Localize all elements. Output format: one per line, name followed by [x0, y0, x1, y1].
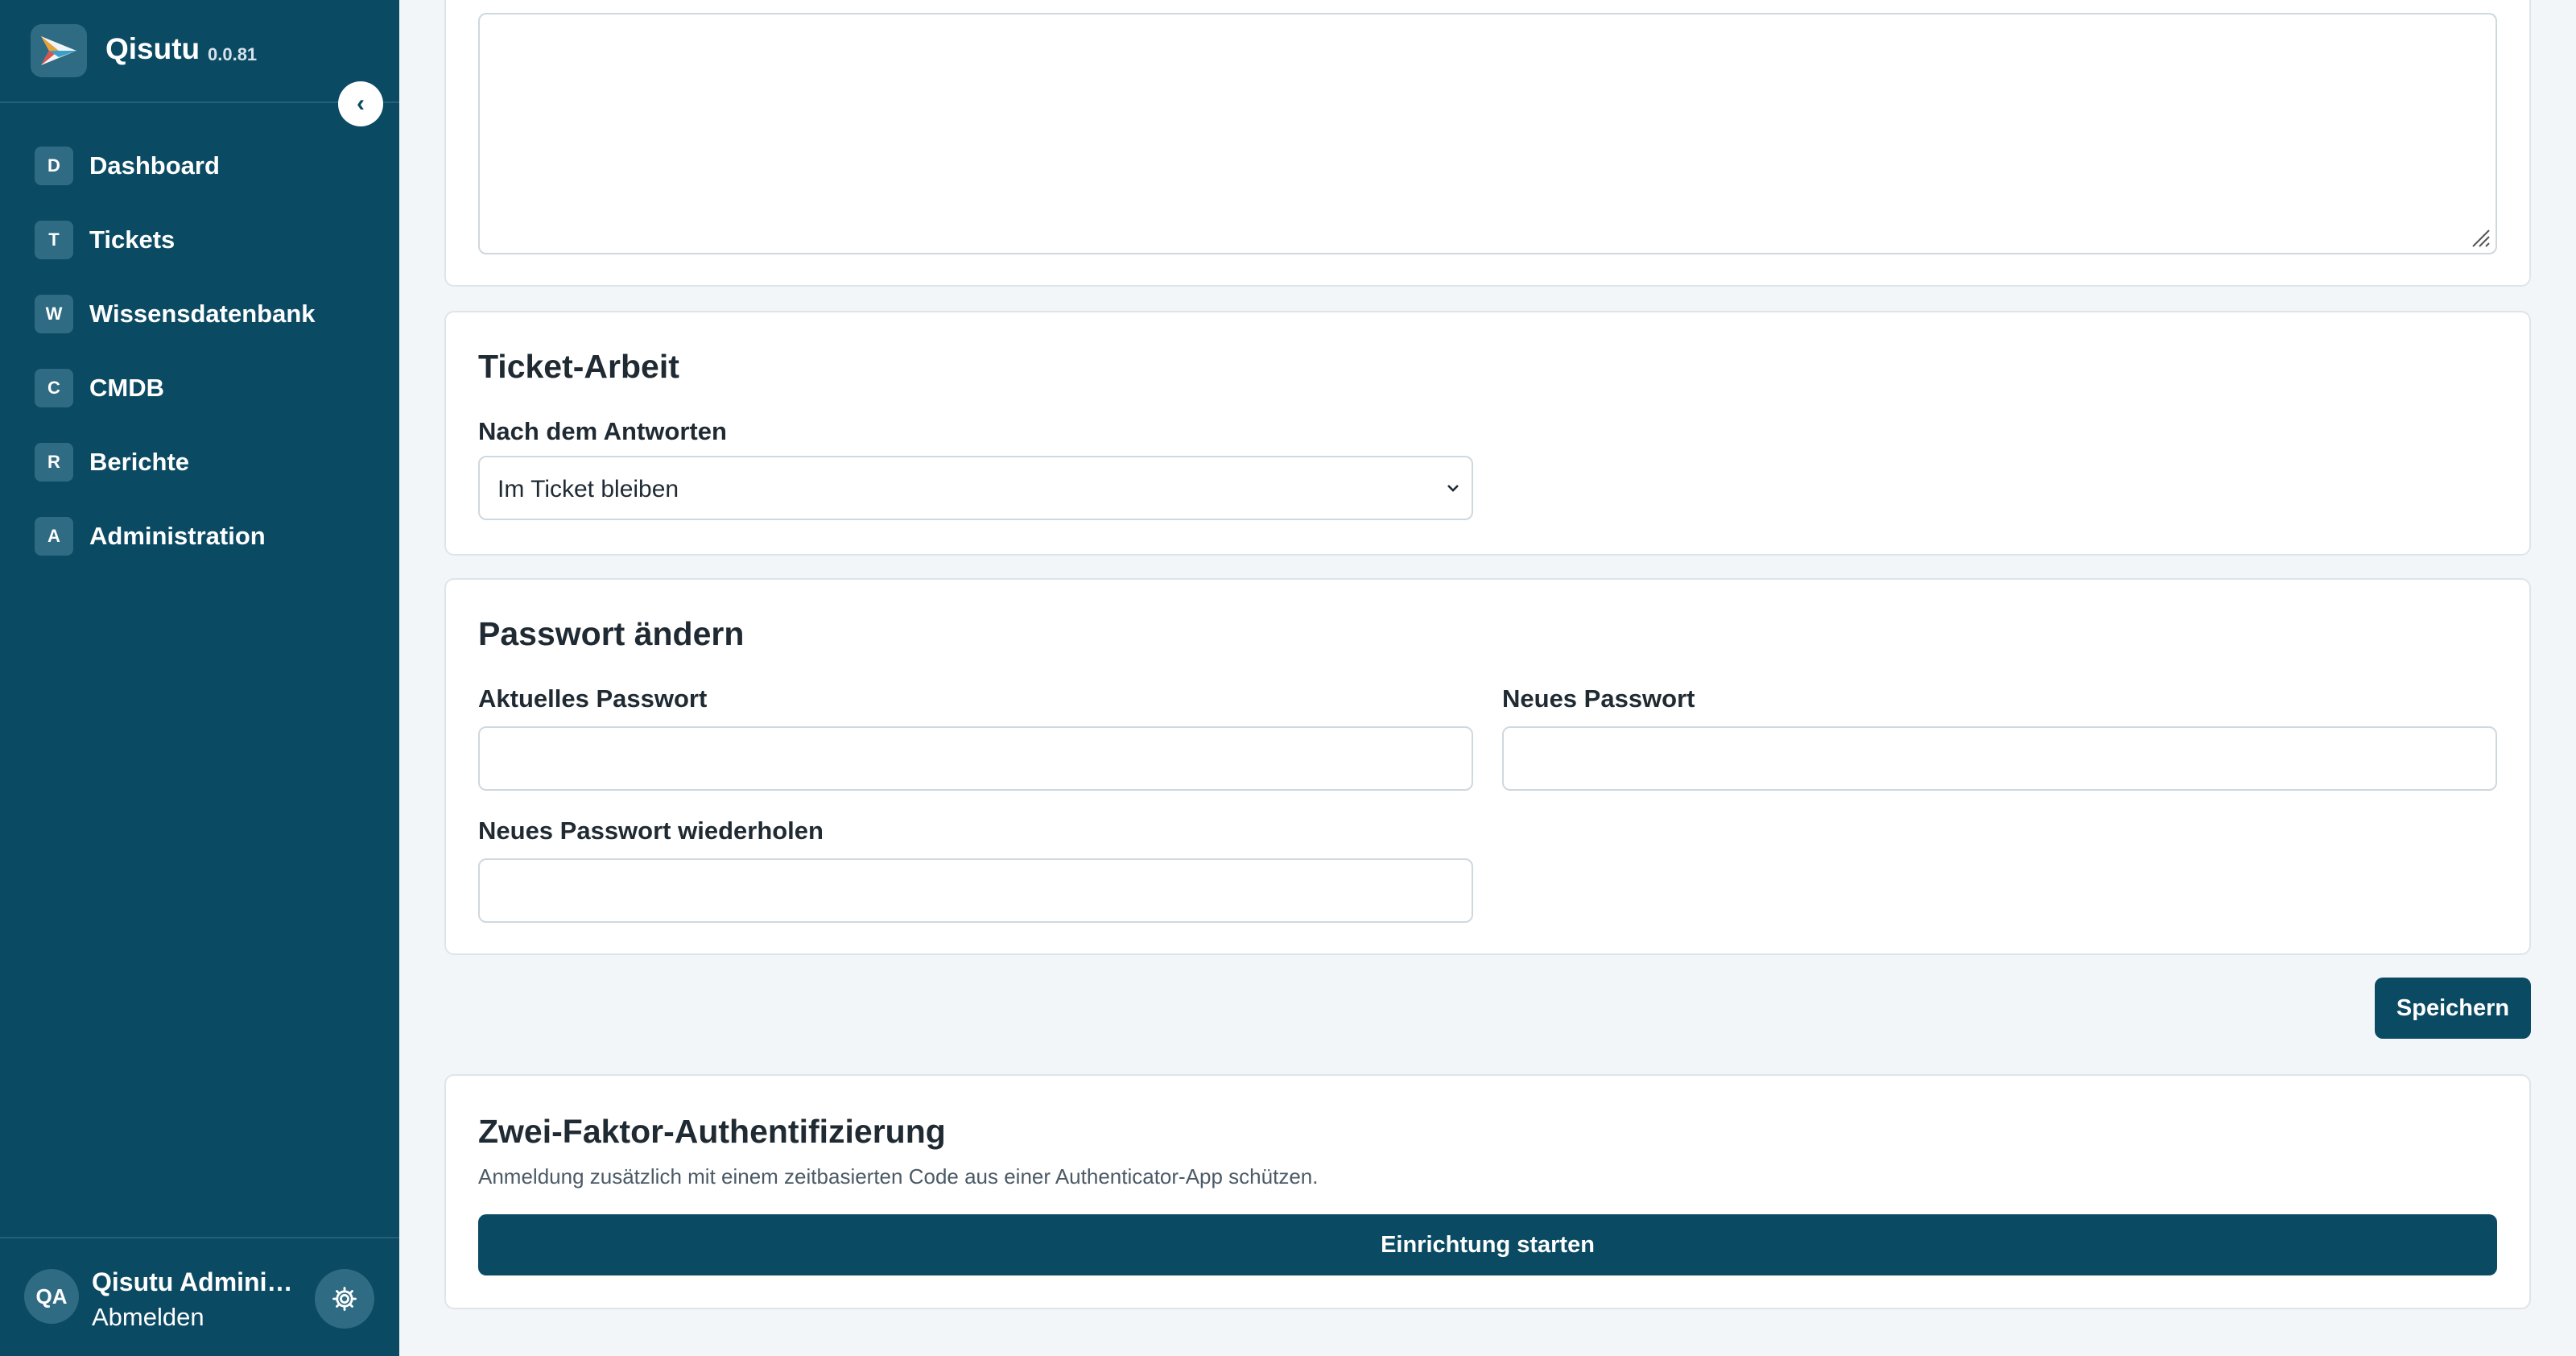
current-password-field[interactable]	[478, 726, 1473, 791]
sidebar-item-tickets[interactable]: T Tickets	[0, 211, 399, 269]
sidebar-item-cmdb[interactable]: C CMDB	[0, 359, 399, 417]
sidebar-item-label: Berichte	[89, 448, 190, 476]
app-name: Qisutu	[105, 32, 200, 65]
sidebar-item-knowledge-base[interactable]: W Wissensdatenbank	[0, 285, 399, 343]
resize-handle-icon[interactable]	[2470, 227, 2491, 248]
user-panel: QA Qisutu Administrator Abmelden	[0, 1237, 399, 1356]
nav-badge-icon: R	[35, 443, 73, 482]
start-setup-button[interactable]: Einrichtung starten	[478, 1214, 2497, 1275]
after-reply-label: Nach dem Antworten	[478, 417, 727, 445]
new-password-label: Neues Passwort	[1502, 684, 1695, 713]
sidebar-item-reports[interactable]: R Berichte	[0, 433, 399, 491]
signature-card	[444, 0, 2531, 287]
nav-badge-icon: W	[35, 295, 73, 333]
gear-icon	[332, 1287, 357, 1311]
settings-button[interactable]	[315, 1269, 374, 1329]
nav-badge-icon: A	[35, 517, 73, 556]
sidebar-collapse-button[interactable]: ‹	[338, 81, 383, 126]
nav-badge-icon: T	[35, 221, 73, 259]
sidebar-item-label: Administration	[89, 522, 266, 550]
repeat-password-field[interactable]	[478, 858, 1473, 923]
logout-link[interactable]: Abmelden	[92, 1303, 204, 1332]
chevron-down-icon	[1447, 485, 1459, 492]
two-factor-description: Anmeldung zusätzlich mit einem zeitbasie…	[478, 1164, 1319, 1189]
section-title: Zwei-Faktor-Authentifizierung	[478, 1113, 946, 1150]
app-logo-icon[interactable]	[31, 24, 87, 77]
avatar[interactable]: QA	[24, 1269, 79, 1324]
select-value: Im Ticket bleiben	[497, 476, 679, 502]
new-password-field[interactable]	[1502, 726, 2497, 791]
sidebar-item-label: CMDB	[89, 374, 164, 402]
sidebar-item-label: Dashboard	[89, 151, 220, 180]
signature-textarea[interactable]	[478, 13, 2497, 254]
after-reply-select[interactable]: Im Ticket bleiben	[478, 456, 1473, 520]
user-name: Qisutu Administrator	[92, 1267, 301, 1296]
ticket-work-card: Ticket-Arbeit Nach dem Antworten Im Tick…	[444, 311, 2531, 556]
nav-badge-icon: D	[35, 147, 73, 185]
current-password-label: Aktuelles Passwort	[478, 684, 708, 713]
sidebar-item-administration[interactable]: A Administration	[0, 507, 399, 565]
section-title: Ticket-Arbeit	[478, 348, 679, 385]
app-version: 0.0.81	[208, 44, 258, 64]
section-title: Passwort ändern	[478, 615, 745, 652]
two-factor-card: Zwei-Faktor-Authentifizierung Anmeldung …	[444, 1074, 2531, 1309]
save-button[interactable]: Speichern	[2375, 978, 2531, 1039]
sidebar-item-label: Tickets	[89, 225, 175, 254]
chevron-left-icon: ‹	[357, 90, 365, 117]
sidebar-item-label: Wissensdatenbank	[89, 300, 316, 328]
sidebar-item-dashboard[interactable]: D Dashboard	[0, 137, 399, 195]
brand-header: Qisutu 0.0.81	[0, 0, 399, 103]
password-card: Passwort ändern Aktuelles Passwort Neues…	[444, 578, 2531, 955]
nav-badge-icon: C	[35, 369, 73, 407]
sidebar: Qisutu 0.0.81 ‹ D Dashboard T Tickets W …	[0, 0, 399, 1356]
repeat-password-label: Neues Passwort wiederholen	[478, 816, 824, 845]
